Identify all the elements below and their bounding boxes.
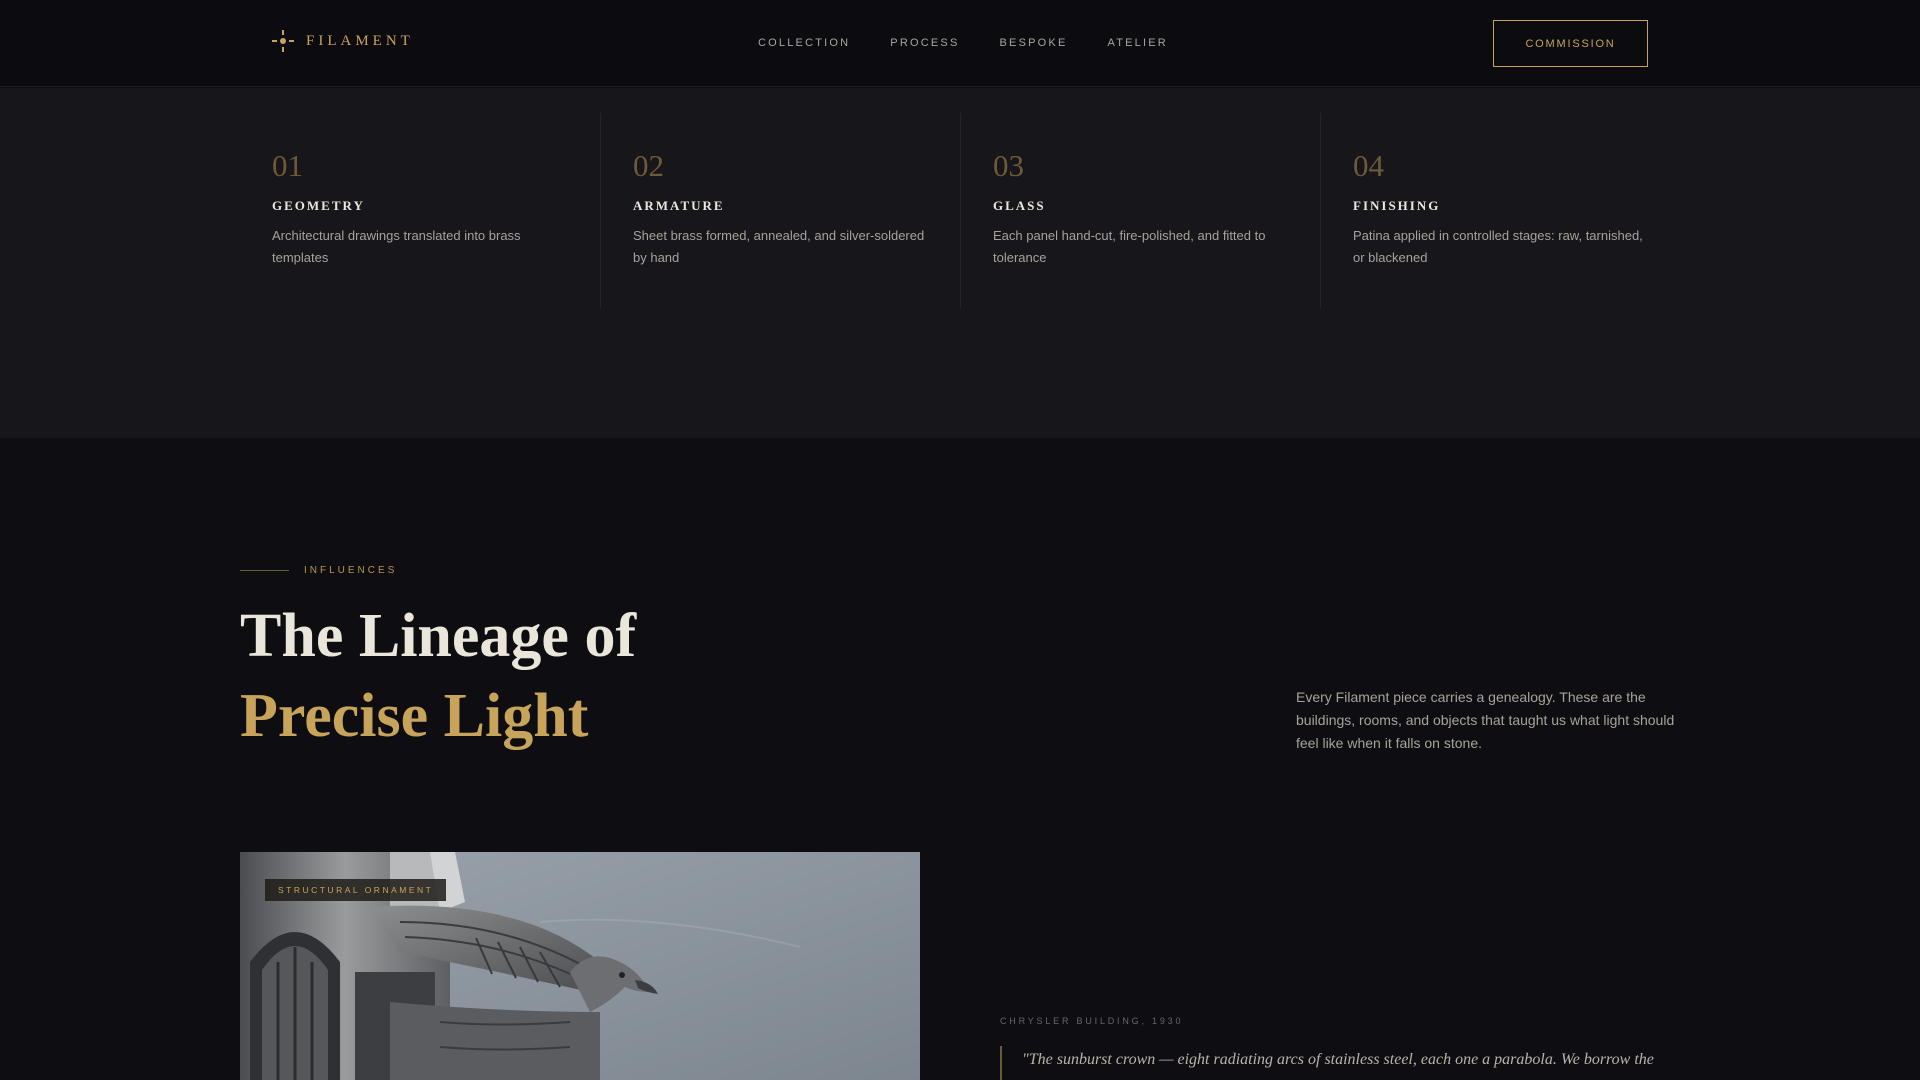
main-menu: COLLECTION PROCESS BESPOKE ATELIER [758,37,1168,49]
nav-atelier[interactable]: ATELIER [1107,37,1167,49]
process-step-glass: 03 GLASS Each panel hand-cut, fire-polis… [960,113,1320,308]
step-title: ARMATURE [633,198,725,213]
influence-card-image[interactable]: STRUCTURAL ORNAMENT [240,852,920,1080]
section-eyebrow: INFLUENCES [240,565,397,576]
step-description: Patina applied in controlled stages: raw… [1353,228,1643,265]
quote-rule [1000,1046,1002,1080]
step-description: Sheet brass formed, annealed, and silver… [633,228,925,265]
top-nav: FILAMENT COLLECTION PROCESS BESPOKE ATEL… [0,0,1920,87]
step-description: Each panel hand-cut, fire-polished, and … [993,228,1266,265]
step-number: 03 [993,148,1024,183]
quote-caption: CHRYSLER BUILDING, 1930 [1000,1016,1184,1026]
section-intro: Every Filament piece carries a genealogy… [1296,689,1675,751]
step-description: Architectural drawings translated into b… [272,228,521,265]
step-title: GLASS [993,198,1046,213]
process-step-armature: 02 ARMATURE Sheet brass formed, annealed… [600,113,960,308]
process-step-finishing: 04 FINISHING Patina applied in controlle… [1320,113,1680,308]
section-heading: The Lineage of [240,602,637,670]
nav-collection[interactable]: COLLECTION [758,37,850,49]
step-title: FINISHING [1353,198,1441,213]
brand-name: FILAMENT [306,32,414,49]
commission-button[interactable]: COMMISSION [1493,20,1648,67]
section-heading-accent: Precise Light [240,682,589,750]
eyebrow-rule [240,570,289,571]
nav-bespoke[interactable]: BESPOKE [1000,37,1068,49]
process-step-geometry: 01 GEOMETRY Architectural drawings trans… [240,113,600,308]
step-number: 02 [633,148,664,183]
step-number: 04 [1353,148,1384,183]
process-section: 01 GEOMETRY Architectural drawings trans… [0,88,1920,438]
brand-logo[interactable]: FILAMENT [272,30,414,52]
sunburst-icon [272,30,294,52]
card-category-badge: STRUCTURAL ORNAMENT [265,879,447,901]
nav-process[interactable]: PROCESS [890,37,959,49]
step-title: GEOMETRY [272,198,365,213]
step-number: 01 [272,148,303,183]
influence-quote: "The sunburst crown — eight radiating ar… [1022,1051,1654,1068]
eyebrow-label: INFLUENCES [304,565,398,576]
